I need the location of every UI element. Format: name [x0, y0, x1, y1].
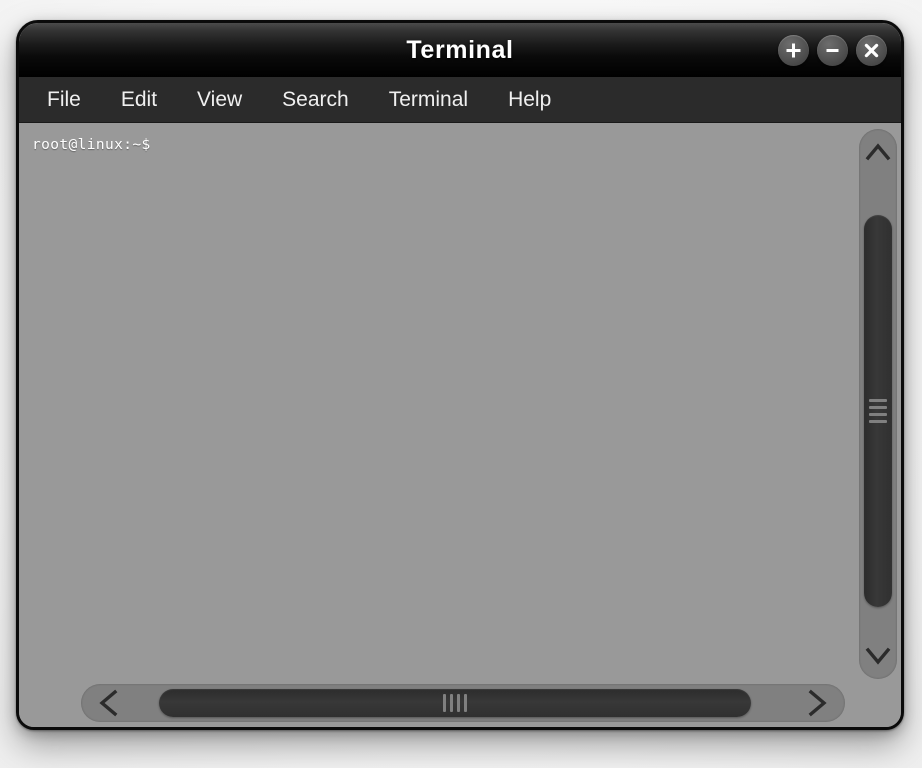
maximize-button[interactable] [778, 34, 809, 66]
chevron-right-icon [806, 689, 828, 717]
window-controls [778, 23, 887, 77]
scroll-left-button[interactable] [81, 684, 137, 722]
scroll-down-button[interactable] [859, 633, 897, 679]
menu-item-help[interactable]: Help [504, 86, 555, 114]
grip-line [869, 399, 887, 402]
terminal-body: root@linux:~$ [19, 123, 901, 727]
grip-line [869, 413, 887, 416]
close-icon [863, 42, 880, 59]
grip-line [869, 420, 887, 423]
scroll-right-button[interactable] [789, 684, 845, 722]
scroll-up-button[interactable] [859, 129, 897, 175]
grip-line [450, 694, 453, 712]
desktop-background: Terminal File Edit View Search Terminal … [0, 0, 922, 768]
window-titlebar[interactable]: Terminal [19, 23, 901, 77]
close-button[interactable] [856, 34, 887, 66]
horizontal-scrollbar[interactable] [81, 684, 845, 722]
grip-line [869, 406, 887, 409]
menu-item-terminal[interactable]: Terminal [385, 86, 472, 114]
plus-icon [785, 42, 802, 59]
chevron-left-icon [98, 689, 120, 717]
chevron-up-icon [865, 142, 891, 162]
menu-item-view[interactable]: View [193, 86, 246, 114]
menubar: File Edit View Search Terminal Help [19, 77, 901, 123]
grip-line [443, 694, 446, 712]
terminal-window: Terminal File Edit View Search Terminal … [16, 20, 904, 730]
menu-item-file[interactable]: File [43, 86, 85, 114]
terminal-screen[interactable]: root@linux:~$ [19, 123, 855, 681]
chevron-down-icon [865, 646, 891, 666]
horizontal-scrollbar-thumb[interactable] [159, 689, 751, 717]
grip-line [457, 694, 460, 712]
menu-item-edit[interactable]: Edit [117, 86, 161, 114]
minus-icon [824, 42, 841, 59]
menu-item-search[interactable]: Search [278, 86, 353, 114]
vertical-scrollbar-thumb[interactable] [864, 215, 892, 607]
grip-line [464, 694, 467, 712]
window-title: Terminal [406, 35, 514, 64]
terminal-prompt-line: root@linux:~$ [32, 137, 151, 153]
vertical-scrollbar[interactable] [859, 129, 897, 679]
minimize-button[interactable] [817, 34, 848, 66]
